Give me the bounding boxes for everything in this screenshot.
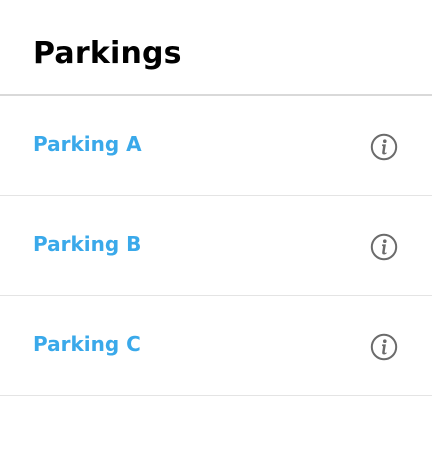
info-button-a[interactable]	[370, 133, 398, 161]
parking-item-b[interactable]: Parking B	[0, 196, 432, 296]
parking-link-a[interactable]: Parking A	[33, 132, 142, 156]
parking-list: Parking A Parking B Parking C	[0, 96, 432, 396]
info-icon	[370, 133, 398, 160]
header: Parkings	[0, 0, 432, 96]
info-button-b[interactable]	[370, 233, 398, 261]
parkings-screen: Parkings Parking A Parking B Parking C	[0, 0, 432, 455]
info-icon	[370, 333, 398, 360]
info-icon	[370, 233, 398, 260]
parking-item-c[interactable]: Parking C	[0, 296, 432, 396]
info-button-c[interactable]	[370, 333, 398, 361]
parking-item-a[interactable]: Parking A	[0, 96, 432, 196]
parking-link-c[interactable]: Parking C	[33, 332, 141, 356]
parking-link-b[interactable]: Parking B	[33, 232, 141, 256]
page-title: Parkings	[33, 36, 182, 71]
